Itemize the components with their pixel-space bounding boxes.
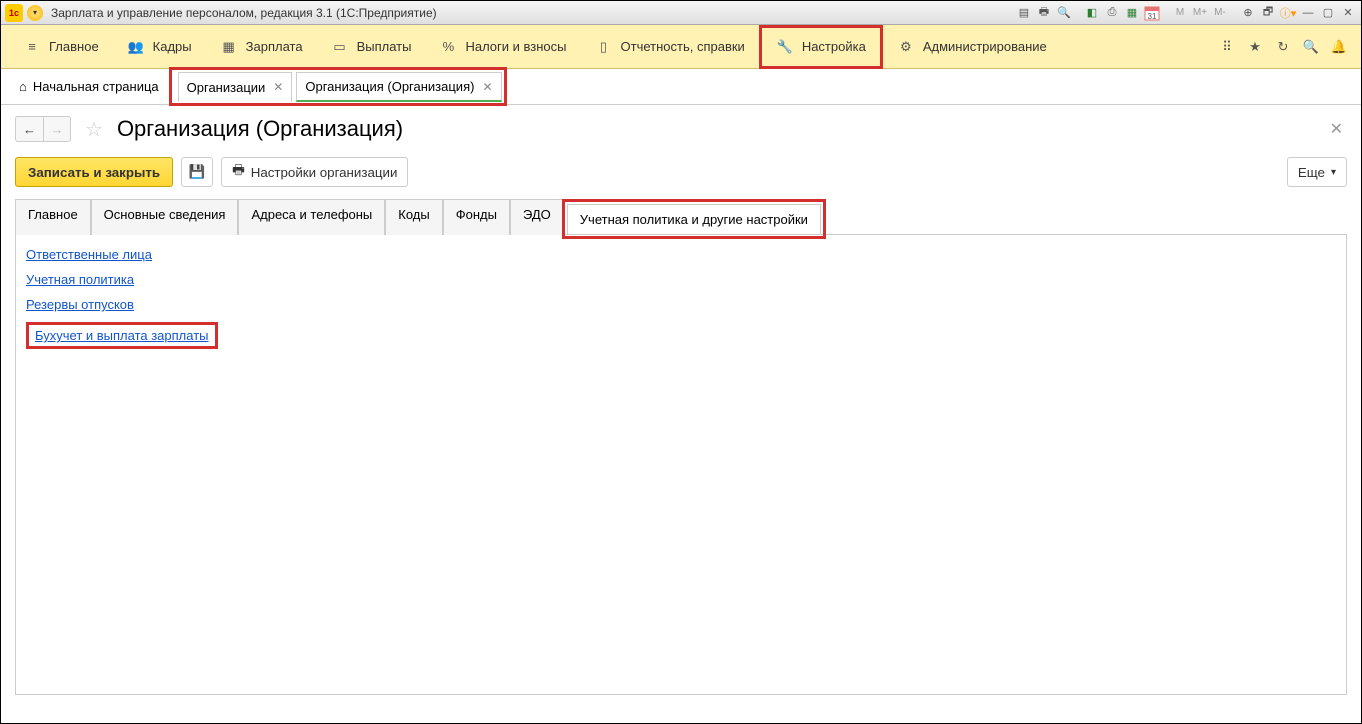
search-icon[interactable]: 🔍	[1297, 33, 1325, 61]
zoom-in-icon[interactable]: ⊕	[1239, 5, 1257, 21]
menu-admin[interactable]: ⚙ Администрирование	[883, 25, 1061, 69]
apps-icon[interactable]: ⠿	[1213, 33, 1241, 61]
menu-label-payments: Выплаты	[357, 39, 412, 54]
favorite-star-icon[interactable]: ☆	[85, 117, 103, 142]
percent-icon: %	[439, 38, 457, 56]
app-logo-icon: 1c	[5, 4, 23, 22]
org-settings-label: Настройки организации	[251, 165, 398, 180]
menu-label-reports: Отчетность, справки	[621, 39, 745, 54]
hamburger-icon: ≡	[23, 38, 41, 56]
link-accounting-policy[interactable]: Учетная политика	[26, 272, 134, 287]
toolbar-print-icon[interactable]: 🖶	[1035, 5, 1053, 21]
menu-label-salary: Зарплата	[246, 39, 303, 54]
history-icon[interactable]: ↻	[1269, 33, 1297, 61]
page-toolbar: Записать и закрыть 💾 🖶 Настройки организа…	[15, 157, 1347, 187]
link-responsible-persons[interactable]: Ответственные лица	[26, 247, 152, 262]
table-icon: ▦	[220, 38, 238, 56]
subtab-codes[interactable]: Коды	[385, 199, 442, 235]
tab-bar: ⌂ Начальная страница Организации ✕ Орган…	[1, 69, 1361, 105]
toolbar-export-icon[interactable]: ⎙	[1103, 5, 1121, 21]
notifications-icon[interactable]: 🔔	[1325, 33, 1353, 61]
tab-organization-detail[interactable]: Организация (Организация) ✕	[296, 72, 501, 102]
tab-organizations[interactable]: Организации ✕	[178, 72, 293, 102]
more-button[interactable]: Еще	[1287, 157, 1347, 187]
tab-close-icon[interactable]: ✕	[482, 80, 492, 94]
menu-personnel[interactable]: 👥 Кадры	[113, 25, 206, 69]
page-body: ← → ☆ Организация (Организация) ✕ Записа…	[1, 105, 1361, 705]
menu-label-personnel: Кадры	[153, 39, 192, 54]
subtab-edo[interactable]: ЭДО	[510, 199, 564, 235]
window-title: Зарплата и управление персоналом, редакц…	[51, 6, 1013, 20]
memory-mminus-icon[interactable]: M-	[1211, 5, 1229, 21]
save-button[interactable]: 💾	[181, 157, 213, 187]
menu-hamburger[interactable]: ≡ Главное	[9, 25, 113, 69]
org-settings-button[interactable]: 🖶 Настройки организации	[221, 157, 408, 187]
subtab-addresses[interactable]: Адреса и телефоны	[238, 199, 385, 235]
subtab-basic-info[interactable]: Основные сведения	[91, 199, 239, 235]
wallet-icon: ▭	[331, 38, 349, 56]
tab-organization-detail-label: Организация (Организация)	[305, 79, 474, 94]
toolbar-preview-icon[interactable]: 🔍	[1055, 5, 1073, 21]
toolbar-spreadsheet-icon[interactable]: ▦	[1123, 5, 1141, 21]
memory-mplus-icon[interactable]: M+	[1191, 5, 1209, 21]
home-icon: ⌂	[19, 79, 27, 94]
minimize-button[interactable]: —	[1299, 5, 1317, 21]
gear-icon: ⚙	[897, 38, 915, 56]
toolbar-new-icon[interactable]: ▤	[1015, 5, 1033, 21]
menu-label-taxes: Налоги и взносы	[465, 39, 566, 54]
link-bookkeeping-salary[interactable]: Бухучет и выплата зарплаты	[35, 328, 209, 343]
subtab-highlight-box: Учетная политика и другие настройки	[562, 199, 826, 239]
wrench-icon: 🔧	[776, 38, 794, 56]
menu-settings[interactable]: 🔧 Настройка	[759, 25, 883, 69]
system-menu-dropdown[interactable]: ▾	[27, 5, 43, 21]
menu-salary[interactable]: ▦ Зарплата	[206, 25, 317, 69]
nav-forward-button[interactable]: →	[43, 116, 71, 142]
sub-tabs: Главное Основные сведения Адреса и телеф…	[15, 199, 1347, 235]
subtab-main[interactable]: Главное	[15, 199, 91, 235]
info-icon[interactable]: ⓘ▾	[1279, 5, 1297, 21]
save-and-close-button[interactable]: Записать и закрыть	[15, 157, 173, 187]
memory-m-icon[interactable]: M	[1171, 5, 1189, 21]
tab-close-icon[interactable]: ✕	[273, 80, 283, 94]
windows-icon[interactable]: 🗗	[1259, 5, 1277, 21]
subtab-accounting-policy[interactable]: Учетная политика и другие настройки	[567, 204, 821, 234]
link-highlight-box: Бухучет и выплата зарплаты	[26, 322, 218, 349]
print-icon: 🖶	[232, 161, 245, 183]
link-vacation-reserves[interactable]: Резервы отпусков	[26, 297, 134, 312]
page-header: ← → ☆ Организация (Организация) ✕	[15, 115, 1347, 143]
page-close-icon[interactable]: ✕	[1326, 115, 1347, 143]
close-button[interactable]: ✕	[1339, 5, 1357, 21]
menu-label-admin: Администрирование	[923, 39, 1047, 54]
toolbar-compare-icon[interactable]: ◧	[1083, 5, 1101, 21]
maximize-button[interactable]: ▢	[1319, 5, 1337, 21]
floppy-icon: 💾	[189, 164, 206, 180]
titlebar: 1c ▾ Зарплата и управление персоналом, р…	[1, 1, 1361, 25]
tabs-highlight-box: Организации ✕ Организация (Организация) …	[169, 67, 507, 106]
home-tab[interactable]: ⌂ Начальная страница	[9, 69, 169, 105]
people-icon: 👥	[127, 38, 145, 56]
svg-text:31: 31	[1148, 12, 1157, 21]
toolbar-calendar-icon[interactable]: 31	[1143, 5, 1161, 21]
nav-back-button[interactable]: ←	[15, 116, 43, 142]
subtab-funds[interactable]: Фонды	[443, 199, 510, 235]
page-title: Организация (Организация)	[117, 116, 403, 142]
tab-content: Ответственные лица Учетная политика Резе…	[15, 235, 1347, 695]
menu-label-settings: Настройка	[802, 39, 866, 54]
home-tab-label: Начальная страница	[33, 79, 159, 94]
document-icon: ▯	[595, 38, 613, 56]
favorites-icon[interactable]: ★	[1241, 33, 1269, 61]
main-menu: ≡ Главное 👥 Кадры ▦ Зарплата ▭ Выплаты % Нало…	[1, 25, 1361, 69]
menu-label-main: Главное	[49, 39, 99, 54]
tab-organizations-label: Организации	[187, 80, 266, 95]
menu-taxes[interactable]: % Налоги и взносы	[425, 25, 580, 69]
menu-payments[interactable]: ▭ Выплаты	[317, 25, 426, 69]
menu-reports[interactable]: ▯ Отчетность, справки	[581, 25, 759, 69]
